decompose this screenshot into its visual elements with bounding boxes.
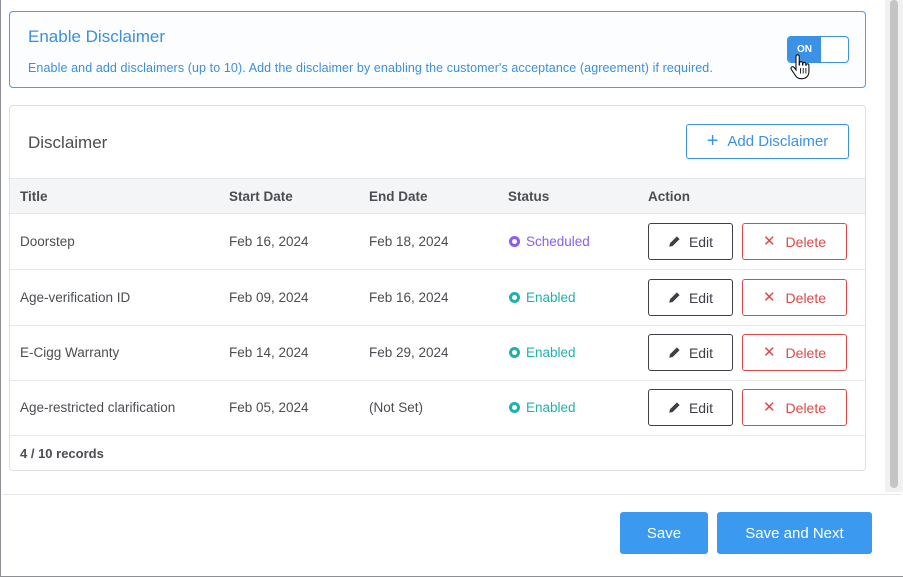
add-disclaimer-button[interactable]: + Add Disclaimer	[686, 124, 849, 159]
cell-title: Age-restricted clarification	[20, 400, 176, 415]
x-icon: ✕	[762, 399, 776, 416]
status-label: Scheduled	[526, 234, 590, 249]
delete-label: Delete	[785, 289, 827, 306]
cell-title: Doorstep	[20, 234, 75, 249]
status-dot-icon	[509, 292, 520, 303]
column-header-end-date: End Date	[369, 189, 428, 204]
disclaimer-panel-title: Disclaimer	[28, 133, 108, 152]
edit-label: Edit	[688, 289, 714, 306]
enable-disclaimer-description: Enable and add disclaimers (up to 10). A…	[28, 61, 713, 75]
x-icon: ✕	[762, 233, 776, 250]
cell-end-date: Feb 16, 2024	[369, 290, 449, 305]
cell-end-date: Feb 18, 2024	[369, 234, 449, 249]
edit-label: Edit	[688, 399, 714, 416]
status-dot-icon	[509, 236, 520, 247]
scrollbar[interactable]	[885, 0, 903, 492]
table-row: Age-restricted clarification Feb 05, 202…	[10, 380, 865, 436]
plus-icon: +	[706, 129, 719, 152]
cell-start-date: Feb 14, 2024	[229, 345, 309, 360]
cell-end-date: Feb 29, 2024	[369, 345, 449, 360]
status-dot-icon	[509, 347, 520, 358]
hand-pointer-icon	[790, 54, 810, 80]
window-frame: Enable Disclaimer Enable and add disclai…	[0, 0, 903, 577]
delete-button[interactable]: ✕ Delete	[742, 389, 847, 426]
save-and-next-button[interactable]: Save and Next	[717, 512, 872, 554]
delete-button[interactable]: ✕ Delete	[742, 223, 847, 260]
table-row: E-Cigg Warranty Feb 14, 2024 Feb 29, 202…	[10, 325, 865, 381]
footer-divider	[2, 494, 902, 495]
delete-button[interactable]: ✕ Delete	[742, 334, 847, 371]
delete-label: Delete	[785, 233, 827, 250]
status-dot-icon	[509, 402, 520, 413]
x-icon: ✕	[762, 344, 776, 361]
status-label: Enabled	[526, 290, 576, 305]
pencil-icon	[669, 292, 680, 303]
enable-disclaimer-card: Enable Disclaimer Enable and add disclai…	[9, 11, 866, 88]
column-header-status: Status	[508, 189, 550, 204]
edit-label: Edit	[688, 233, 714, 250]
pencil-icon	[669, 402, 680, 413]
disclaimer-panel: Disclaimer + Add Disclaimer Title Start …	[9, 105, 866, 471]
cell-title: Age-verification ID	[20, 290, 131, 305]
edit-button[interactable]: Edit	[648, 223, 733, 260]
cell-start-date: Feb 09, 2024	[229, 290, 309, 305]
column-header-action: Action	[648, 189, 690, 204]
status-badge: Enabled	[509, 290, 576, 305]
records-count: 4 / 10 records	[20, 446, 104, 461]
column-header-title: Title	[20, 189, 48, 204]
delete-button[interactable]: ✕ Delete	[742, 279, 847, 316]
cell-start-date: Feb 05, 2024	[229, 400, 309, 415]
save-button[interactable]: Save	[620, 512, 708, 554]
delete-label: Delete	[785, 344, 827, 361]
enable-disclaimer-title: Enable Disclaimer	[28, 27, 165, 46]
table-row: Age-verification ID Feb 09, 2024 Feb 16,…	[10, 270, 865, 326]
cell-start-date: Feb 16, 2024	[229, 234, 309, 249]
status-badge: Scheduled	[509, 234, 590, 249]
pencil-icon	[669, 347, 680, 358]
cell-end-date: (Not Set)	[369, 400, 424, 415]
edit-button[interactable]: Edit	[648, 279, 733, 316]
edit-button[interactable]: Edit	[648, 389, 733, 426]
status-badge: Enabled	[509, 345, 576, 360]
delete-label: Delete	[785, 399, 827, 416]
status-badge: Enabled	[509, 400, 576, 415]
cell-title: E-Cigg Warranty	[20, 345, 120, 360]
pencil-icon	[669, 236, 680, 247]
add-disclaimer-label: Add Disclaimer	[727, 133, 829, 150]
edit-label: Edit	[688, 344, 714, 361]
edit-button[interactable]: Edit	[648, 334, 733, 371]
table-row: Doorstep Feb 16, 2024 Feb 18, 2024 Sched…	[10, 214, 865, 270]
column-header-start-date: Start Date	[229, 189, 293, 204]
status-label: Enabled	[526, 345, 576, 360]
x-icon: ✕	[762, 289, 776, 306]
table-header: Title Start Date End Date Status Action	[10, 178, 865, 214]
status-label: Enabled	[526, 400, 576, 415]
scrollbar-thumb[interactable]	[890, 0, 898, 488]
